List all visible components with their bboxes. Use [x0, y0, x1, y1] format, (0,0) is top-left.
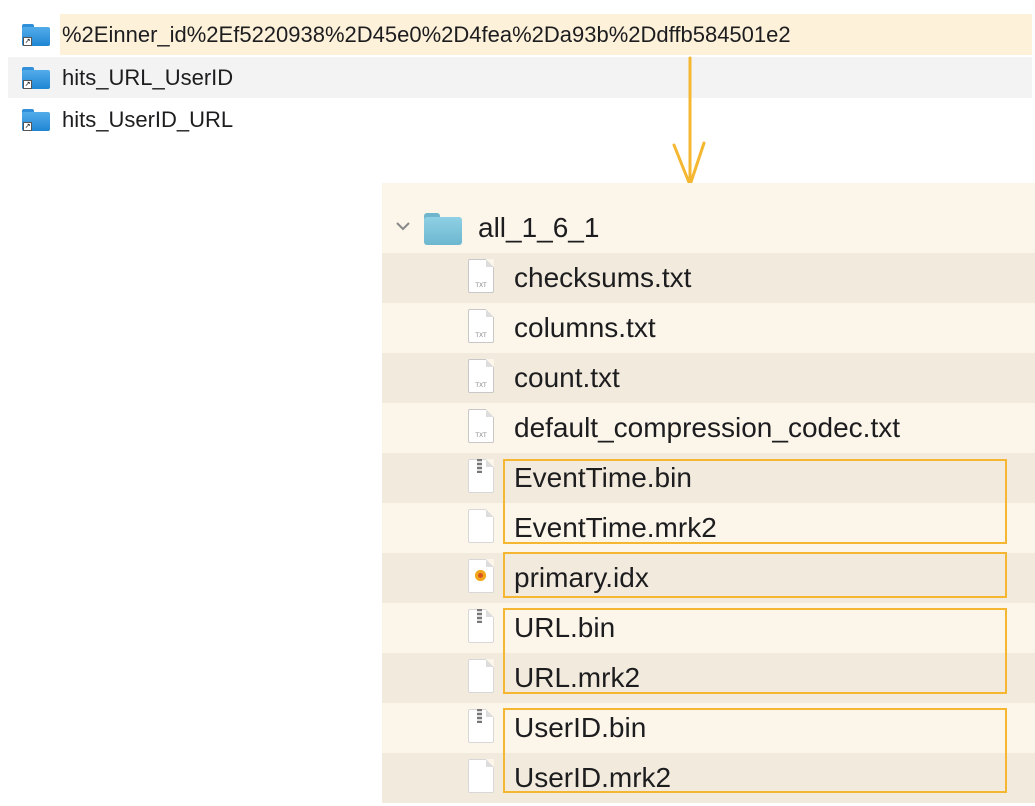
folder-name: %2Einner_id%2Ef5220938%2D45e0%2D4fea%2Da… — [62, 21, 791, 47]
blank-file-icon — [468, 659, 494, 693]
file-name: URL.mrk2 — [514, 662, 641, 693]
file-row-url-mrk2[interactable]: URL.mrk2 — [382, 653, 1035, 703]
folder-contents-panel: all_1_6_1 TXT checksums.txt TXT columns.… — [382, 183, 1035, 803]
blank-file-icon — [468, 759, 494, 793]
file-name: columns.txt — [514, 312, 656, 343]
txt-file-icon: TXT — [468, 359, 494, 393]
index-file-icon — [468, 559, 494, 593]
file-row-columns[interactable]: TXT columns.txt — [382, 303, 1035, 353]
folder-name: all_1_6_1 — [478, 212, 600, 243]
blank-file-icon — [468, 509, 494, 543]
folder-icon — [424, 213, 462, 245]
file-name: EventTime.bin — [514, 462, 692, 493]
binary-file-icon — [468, 459, 494, 493]
folder-alias-icon: ↗ — [22, 66, 50, 89]
txt-file-icon: TXT — [468, 259, 494, 293]
file-name: primary.idx — [514, 562, 649, 593]
binary-file-icon — [468, 609, 494, 643]
chevron-down-icon[interactable] — [394, 217, 412, 235]
txt-file-icon: TXT — [468, 409, 494, 443]
file-name: checksums.txt — [514, 262, 692, 293]
file-name: EventTime.mrk2 — [514, 512, 717, 543]
top-list-row-hits-userid-url[interactable]: ↗ hits_UserID_URL — [8, 99, 1032, 140]
folder-alias-icon: ↗ — [22, 108, 50, 131]
file-row-checksums[interactable]: TXT checksums.txt — [382, 253, 1035, 303]
file-row-userid-mrk2[interactable]: UserID.mrk2 — [382, 753, 1035, 803]
file-row-eventtime-mrk2[interactable]: EventTime.mrk2 — [382, 503, 1035, 553]
file-row-default-compression-codec[interactable]: TXT default_compression_codec.txt — [382, 403, 1035, 453]
file-name: count.txt — [514, 362, 620, 393]
file-name: UserID.bin — [514, 712, 647, 743]
file-row-eventtime-bin[interactable]: EventTime.bin — [382, 453, 1035, 503]
file-name: default_compression_codec.txt — [514, 412, 900, 443]
down-arrow-icon — [672, 56, 706, 187]
top-list-row-hits-url-userid[interactable]: ↗ hits_URL_UserID — [8, 57, 1032, 98]
binary-file-icon — [468, 709, 494, 743]
file-name: UserID.mrk2 — [514, 762, 672, 793]
file-name: URL.bin — [514, 612, 616, 643]
file-row-count[interactable]: TXT count.txt — [382, 353, 1035, 403]
file-row-primary-idx[interactable]: primary.idx — [382, 553, 1035, 603]
folder-alias-icon: ↗ — [22, 23, 50, 46]
folder-name: hits_UserID_URL — [62, 106, 234, 132]
folder-row-all-1-6-1[interactable]: all_1_6_1 — [382, 203, 1035, 253]
file-row-url-bin[interactable]: URL.bin — [382, 603, 1035, 653]
top-list-row-inner-id[interactable]: ↗ %2Einner_id%2Ef5220938%2D45e0%2D4fea%2… — [8, 14, 1032, 55]
folder-name: hits_URL_UserID — [62, 64, 234, 90]
txt-file-icon: TXT — [468, 309, 494, 343]
file-row-userid-bin[interactable]: UserID.bin — [382, 703, 1035, 753]
